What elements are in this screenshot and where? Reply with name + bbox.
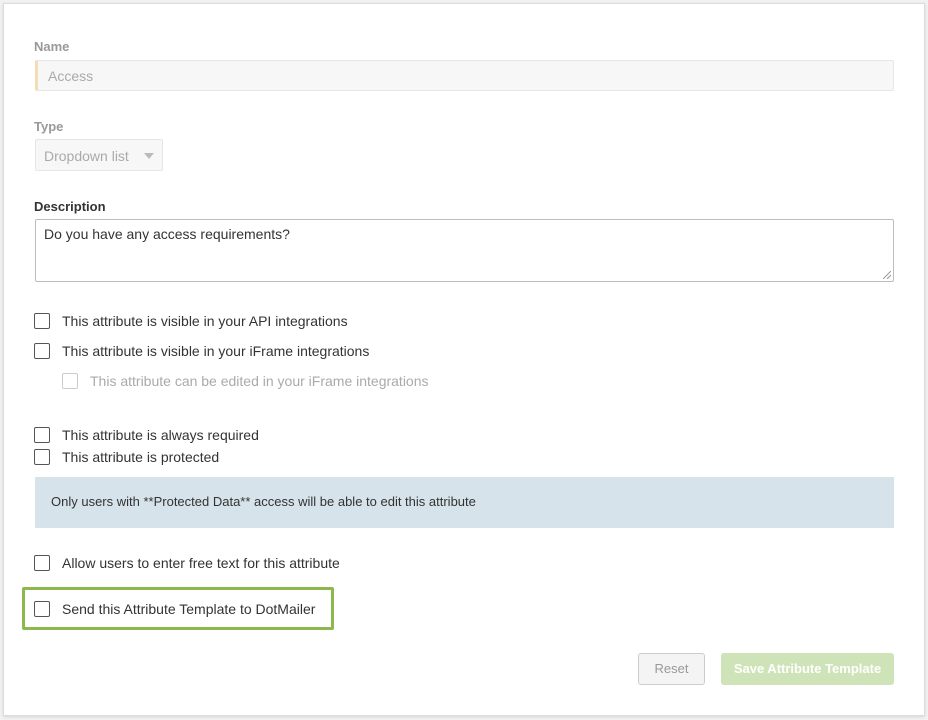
name-label: Name	[34, 39, 70, 54]
checkbox-row-iframe-editable[interactable]: This attribute can be edited in your iFr…	[62, 371, 429, 391]
checkbox-row-iframe-visible[interactable]: This attribute is visible in your iFrame…	[34, 341, 369, 361]
api-visible-checkbox[interactable]	[34, 313, 50, 329]
free-text-label: Allow users to enter free text for this …	[62, 555, 340, 571]
dotmailer-label: Send this Attribute Template to DotMaile…	[62, 601, 316, 617]
description-text: Do you have any access requirements?	[44, 226, 290, 242]
iframe-visible-label: This attribute is visible in your iFrame…	[62, 343, 370, 359]
checkbox-row-always-required[interactable]: This attribute is always required	[34, 425, 259, 445]
name-input[interactable]: Access	[35, 60, 894, 91]
always-required-label: This attribute is always required	[62, 427, 259, 443]
iframe-editable-checkbox[interactable]	[62, 373, 78, 389]
iframe-editable-label: This attribute can be edited in your iFr…	[90, 373, 429, 389]
always-required-checkbox[interactable]	[34, 427, 50, 443]
free-text-checkbox[interactable]	[34, 555, 50, 571]
dotmailer-checkbox[interactable]	[34, 601, 50, 617]
caret-down-icon	[144, 153, 154, 159]
protected-checkbox[interactable]	[34, 449, 50, 465]
description-label: Description	[34, 199, 106, 214]
type-select-value: Dropdown list	[44, 148, 129, 164]
api-visible-label: This attribute is visible in your API in…	[62, 313, 348, 329]
checkbox-row-protected[interactable]: This attribute is protected	[34, 447, 219, 467]
iframe-visible-checkbox[interactable]	[34, 343, 50, 359]
protected-label: This attribute is protected	[62, 449, 220, 465]
checkbox-row-dotmailer[interactable]: Send this Attribute Template to DotMaile…	[34, 599, 315, 619]
reset-button[interactable]: Reset	[638, 653, 705, 685]
description-textarea[interactable]: Do you have any access requirements?	[35, 219, 894, 282]
attribute-template-form: Name Access Type Dropdown list Descripti…	[3, 3, 925, 716]
protected-info-box: Only users with **Protected Data** acces…	[35, 477, 894, 528]
checkbox-row-free-text[interactable]: Allow users to enter free text for this …	[34, 553, 340, 573]
type-label: Type	[34, 119, 64, 134]
type-select[interactable]: Dropdown list	[35, 139, 163, 171]
resize-handle-icon[interactable]	[883, 271, 891, 279]
save-attribute-template-button[interactable]: Save Attribute Template	[721, 653, 894, 685]
checkbox-row-api-visible[interactable]: This attribute is visible in your API in…	[34, 311, 348, 331]
